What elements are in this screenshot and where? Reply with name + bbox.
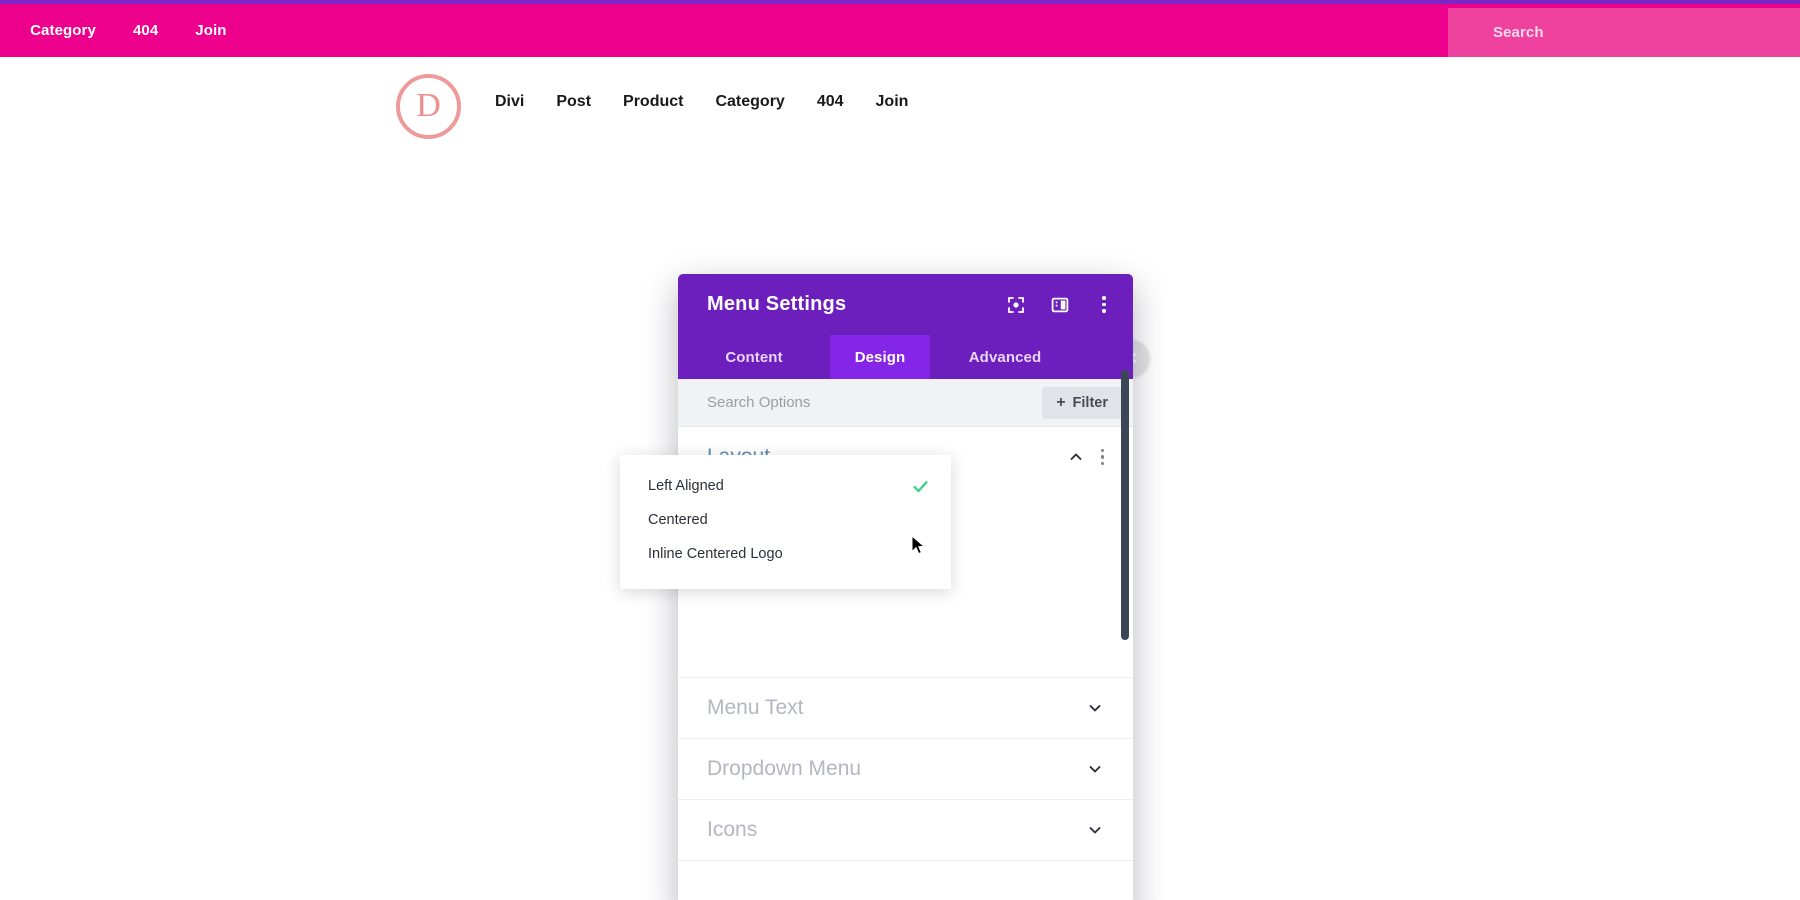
modal-header-icons [1003, 292, 1117, 318]
section-icons: Icons [678, 800, 1133, 861]
logo-letter: D [416, 86, 441, 124]
check-icon [911, 477, 929, 495]
dropdown-option-label: Inline Centered Logo [648, 546, 783, 562]
panel-layout-icon[interactable] [1047, 292, 1073, 318]
dropdown-option-label: Left Aligned [648, 478, 724, 494]
topbar-nav-item-category[interactable]: Category [30, 22, 96, 39]
nav-item-divi[interactable]: Divi [495, 93, 524, 111]
site-main-nav: Divi Post Product Category 404 Join [495, 57, 908, 147]
dropdown-option-left-aligned[interactable]: Left Aligned [620, 469, 951, 503]
section-menu-text-header[interactable]: Menu Text [707, 678, 1104, 738]
section-icons-header[interactable]: Icons [707, 800, 1104, 860]
site-topbar: t Category 404 Join Search [0, 4, 1800, 57]
chevron-down-icon[interactable] [1086, 699, 1104, 717]
chevron-down-icon[interactable] [1086, 821, 1104, 839]
section-menu-text-title: Menu Text [707, 696, 804, 719]
dropdown-option-inline-centered-logo[interactable]: Inline Centered Logo [620, 537, 951, 571]
section-dropdown-menu-header[interactable]: Dropdown Menu [707, 739, 1104, 799]
modal-header: Menu Settings [678, 274, 1133, 335]
dropdown-option-centered[interactable]: Centered [620, 503, 951, 537]
chevron-up-icon[interactable] [1067, 448, 1085, 466]
filter-button-label: Filter [1072, 394, 1108, 411]
site-logo[interactable]: D [396, 74, 461, 139]
overflow-menu-icon[interactable] [1091, 292, 1117, 318]
topbar-search-placeholder: Search [1493, 24, 1544, 41]
mouse-cursor [911, 534, 927, 562]
modal-title: Menu Settings [707, 293, 847, 315]
nav-item-post[interactable]: Post [556, 93, 591, 111]
tab-content[interactable]: Content [678, 335, 830, 379]
plus-icon: + [1056, 393, 1066, 411]
nav-item-join[interactable]: Join [876, 93, 909, 111]
style-dropdown-list: Left Aligned Centered Inline Centered Lo… [620, 455, 951, 589]
section-menu-text: Menu Text [678, 678, 1133, 739]
tab-design[interactable]: Design [830, 335, 930, 379]
page-root: t Category 404 Join Search D Divi Post P… [0, 0, 1800, 900]
nav-item-category[interactable]: Category [715, 93, 784, 111]
topbar-nav-item-join[interactable]: Join [195, 22, 226, 39]
topbar-nav: t Category 404 Join [0, 4, 227, 57]
topbar-search-field[interactable]: Search [1448, 8, 1800, 57]
site-header: D Divi Post Product Category 404 Join [0, 57, 1800, 147]
modal-tabs: Content Design Advanced [678, 335, 1133, 379]
topbar-nav-item-404[interactable]: 404 [133, 22, 158, 39]
search-options-row: Search Options + Filter [678, 379, 1133, 427]
filter-button[interactable]: + Filter [1042, 386, 1122, 419]
dropdown-option-label: Centered [648, 512, 708, 528]
nav-item-404[interactable]: 404 [817, 93, 844, 111]
nav-item-product[interactable]: Product [623, 93, 683, 111]
section-icons-title: Icons [707, 818, 758, 841]
modal-scrollbar[interactable] [1121, 370, 1129, 640]
section-layout-menu-icon[interactable] [1100, 448, 1104, 466]
focus-icon[interactable] [1003, 292, 1029, 318]
section-dropdown-menu: Dropdown Menu [678, 739, 1133, 800]
tab-advanced[interactable]: Advanced [930, 335, 1080, 379]
chevron-down-icon[interactable] [1086, 760, 1104, 778]
search-input[interactable]: Search Options [707, 394, 1042, 411]
section-dropdown-menu-title: Dropdown Menu [707, 757, 862, 780]
